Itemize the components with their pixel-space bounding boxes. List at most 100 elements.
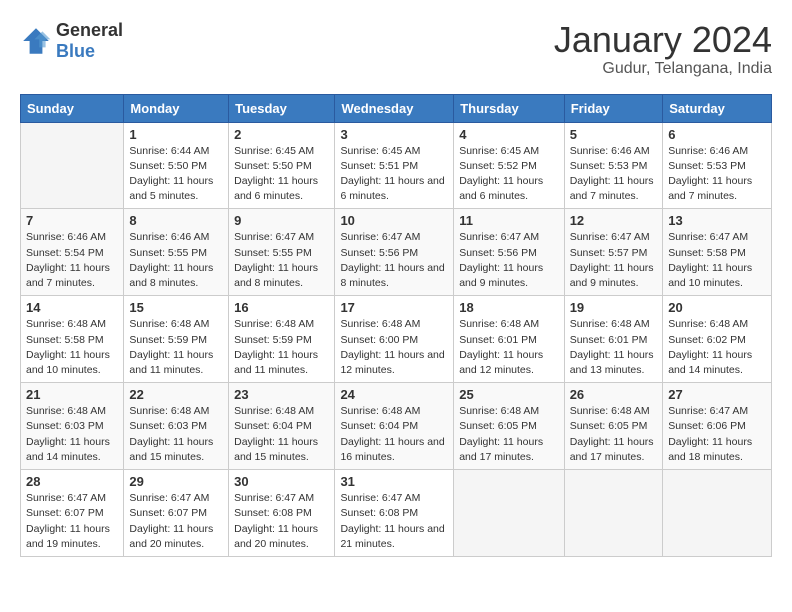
- week-row-2: 14 Sunrise: 6:48 AMSunset: 5:58 PMDaylig…: [21, 296, 772, 383]
- day-number: 24: [340, 387, 448, 402]
- day-number: 31: [340, 474, 448, 489]
- page-header: General Blue January 2024 Gudur, Telanga…: [20, 20, 772, 78]
- logo-blue: Blue: [56, 41, 95, 61]
- day-number: 20: [668, 300, 766, 315]
- calendar-cell: 5 Sunrise: 6:46 AMSunset: 5:53 PMDayligh…: [564, 122, 663, 209]
- calendar-cell: 12 Sunrise: 6:47 AMSunset: 5:57 PMDaylig…: [564, 209, 663, 296]
- calendar-body: 1 Sunrise: 6:44 AMSunset: 5:50 PMDayligh…: [21, 122, 772, 556]
- week-row-1: 7 Sunrise: 6:46 AMSunset: 5:54 PMDayligh…: [21, 209, 772, 296]
- day-info: Sunrise: 6:46 AMSunset: 5:53 PMDaylight:…: [570, 145, 654, 203]
- day-number: 21: [26, 387, 118, 402]
- header-sunday: Sunday: [21, 94, 124, 122]
- logo: General Blue: [20, 20, 123, 62]
- day-info: Sunrise: 6:48 AMSunset: 6:01 PMDaylight:…: [459, 318, 543, 376]
- day-info: Sunrise: 6:48 AMSunset: 5:58 PMDaylight:…: [26, 318, 110, 376]
- calendar-cell: 4 Sunrise: 6:45 AMSunset: 5:52 PMDayligh…: [454, 122, 564, 209]
- week-row-4: 28 Sunrise: 6:47 AMSunset: 6:07 PMDaylig…: [21, 470, 772, 557]
- calendar-subtitle: Gudur, Telangana, India: [554, 60, 772, 78]
- day-info: Sunrise: 6:47 AMSunset: 5:55 PMDaylight:…: [234, 231, 318, 289]
- day-number: 25: [459, 387, 558, 402]
- day-info: Sunrise: 6:48 AMSunset: 6:01 PMDaylight:…: [570, 318, 654, 376]
- calendar-cell: [21, 122, 124, 209]
- day-number: 26: [570, 387, 658, 402]
- calendar-cell: 28 Sunrise: 6:47 AMSunset: 6:07 PMDaylig…: [21, 470, 124, 557]
- calendar-cell: 6 Sunrise: 6:46 AMSunset: 5:53 PMDayligh…: [663, 122, 772, 209]
- day-number: 28: [26, 474, 118, 489]
- calendar-cell: 11 Sunrise: 6:47 AMSunset: 5:56 PMDaylig…: [454, 209, 564, 296]
- calendar-cell: 24 Sunrise: 6:48 AMSunset: 6:04 PMDaylig…: [335, 383, 454, 470]
- header-monday: Monday: [124, 94, 229, 122]
- day-info: Sunrise: 6:47 AMSunset: 5:56 PMDaylight:…: [340, 231, 444, 289]
- calendar-cell: 7 Sunrise: 6:46 AMSunset: 5:54 PMDayligh…: [21, 209, 124, 296]
- day-info: Sunrise: 6:48 AMSunset: 6:02 PMDaylight:…: [668, 318, 752, 376]
- calendar-cell: 26 Sunrise: 6:48 AMSunset: 6:05 PMDaylig…: [564, 383, 663, 470]
- day-info: Sunrise: 6:44 AMSunset: 5:50 PMDaylight:…: [129, 145, 213, 203]
- day-number: 30: [234, 474, 329, 489]
- day-number: 13: [668, 213, 766, 228]
- day-number: 11: [459, 213, 558, 228]
- logo-icon: [20, 25, 52, 57]
- calendar-cell: 16 Sunrise: 6:48 AMSunset: 5:59 PMDaylig…: [229, 296, 335, 383]
- day-number: 19: [570, 300, 658, 315]
- day-info: Sunrise: 6:47 AMSunset: 6:08 PMDaylight:…: [234, 492, 318, 550]
- day-number: 15: [129, 300, 223, 315]
- day-number: 8: [129, 213, 223, 228]
- day-number: 10: [340, 213, 448, 228]
- day-info: Sunrise: 6:47 AMSunset: 6:07 PMDaylight:…: [129, 492, 213, 550]
- calendar-cell: 19 Sunrise: 6:48 AMSunset: 6:01 PMDaylig…: [564, 296, 663, 383]
- day-info: Sunrise: 6:46 AMSunset: 5:54 PMDaylight:…: [26, 231, 110, 289]
- calendar-cell: 2 Sunrise: 6:45 AMSunset: 5:50 PMDayligh…: [229, 122, 335, 209]
- calendar-cell: 31 Sunrise: 6:47 AMSunset: 6:08 PMDaylig…: [335, 470, 454, 557]
- day-info: Sunrise: 6:47 AMSunset: 6:07 PMDaylight:…: [26, 492, 110, 550]
- day-number: 22: [129, 387, 223, 402]
- week-row-3: 21 Sunrise: 6:48 AMSunset: 6:03 PMDaylig…: [21, 383, 772, 470]
- calendar-cell: 29 Sunrise: 6:47 AMSunset: 6:07 PMDaylig…: [124, 470, 229, 557]
- calendar-cell: 1 Sunrise: 6:44 AMSunset: 5:50 PMDayligh…: [124, 122, 229, 209]
- day-info: Sunrise: 6:48 AMSunset: 6:05 PMDaylight:…: [570, 405, 654, 463]
- day-number: 7: [26, 213, 118, 228]
- header-friday: Friday: [564, 94, 663, 122]
- day-info: Sunrise: 6:48 AMSunset: 6:04 PMDaylight:…: [234, 405, 318, 463]
- title-block: January 2024 Gudur, Telangana, India: [554, 20, 772, 78]
- calendar-table: SundayMondayTuesdayWednesdayThursdayFrid…: [20, 94, 772, 557]
- day-info: Sunrise: 6:46 AMSunset: 5:53 PMDaylight:…: [668, 145, 752, 203]
- day-number: 9: [234, 213, 329, 228]
- day-number: 3: [340, 127, 448, 142]
- day-info: Sunrise: 6:47 AMSunset: 6:08 PMDaylight:…: [340, 492, 444, 550]
- calendar-cell: 17 Sunrise: 6:48 AMSunset: 6:00 PMDaylig…: [335, 296, 454, 383]
- day-info: Sunrise: 6:47 AMSunset: 5:58 PMDaylight:…: [668, 231, 752, 289]
- day-info: Sunrise: 6:48 AMSunset: 6:03 PMDaylight:…: [129, 405, 213, 463]
- calendar-header-row: SundayMondayTuesdayWednesdayThursdayFrid…: [21, 94, 772, 122]
- day-number: 1: [129, 127, 223, 142]
- day-number: 14: [26, 300, 118, 315]
- calendar-cell: 23 Sunrise: 6:48 AMSunset: 6:04 PMDaylig…: [229, 383, 335, 470]
- day-info: Sunrise: 6:45 AMSunset: 5:50 PMDaylight:…: [234, 145, 318, 203]
- calendar-cell: 20 Sunrise: 6:48 AMSunset: 6:02 PMDaylig…: [663, 296, 772, 383]
- calendar-cell: 25 Sunrise: 6:48 AMSunset: 6:05 PMDaylig…: [454, 383, 564, 470]
- day-info: Sunrise: 6:48 AMSunset: 6:05 PMDaylight:…: [459, 405, 543, 463]
- header-saturday: Saturday: [663, 94, 772, 122]
- day-info: Sunrise: 6:47 AMSunset: 6:06 PMDaylight:…: [668, 405, 752, 463]
- day-number: 6: [668, 127, 766, 142]
- day-number: 4: [459, 127, 558, 142]
- week-row-0: 1 Sunrise: 6:44 AMSunset: 5:50 PMDayligh…: [21, 122, 772, 209]
- calendar-cell: [564, 470, 663, 557]
- day-number: 23: [234, 387, 329, 402]
- day-info: Sunrise: 6:48 AMSunset: 5:59 PMDaylight:…: [234, 318, 318, 376]
- logo-general: General: [56, 20, 123, 40]
- calendar-cell: 22 Sunrise: 6:48 AMSunset: 6:03 PMDaylig…: [124, 383, 229, 470]
- calendar-cell: 13 Sunrise: 6:47 AMSunset: 5:58 PMDaylig…: [663, 209, 772, 296]
- calendar-cell: 30 Sunrise: 6:47 AMSunset: 6:08 PMDaylig…: [229, 470, 335, 557]
- header-wednesday: Wednesday: [335, 94, 454, 122]
- calendar-cell: 14 Sunrise: 6:48 AMSunset: 5:58 PMDaylig…: [21, 296, 124, 383]
- calendar-cell: 27 Sunrise: 6:47 AMSunset: 6:06 PMDaylig…: [663, 383, 772, 470]
- day-info: Sunrise: 6:48 AMSunset: 5:59 PMDaylight:…: [129, 318, 213, 376]
- day-number: 5: [570, 127, 658, 142]
- day-number: 29: [129, 474, 223, 489]
- day-info: Sunrise: 6:45 AMSunset: 5:51 PMDaylight:…: [340, 145, 444, 203]
- calendar-cell: [663, 470, 772, 557]
- calendar-cell: 10 Sunrise: 6:47 AMSunset: 5:56 PMDaylig…: [335, 209, 454, 296]
- header-tuesday: Tuesday: [229, 94, 335, 122]
- calendar-cell: 21 Sunrise: 6:48 AMSunset: 6:03 PMDaylig…: [21, 383, 124, 470]
- day-info: Sunrise: 6:45 AMSunset: 5:52 PMDaylight:…: [459, 145, 543, 203]
